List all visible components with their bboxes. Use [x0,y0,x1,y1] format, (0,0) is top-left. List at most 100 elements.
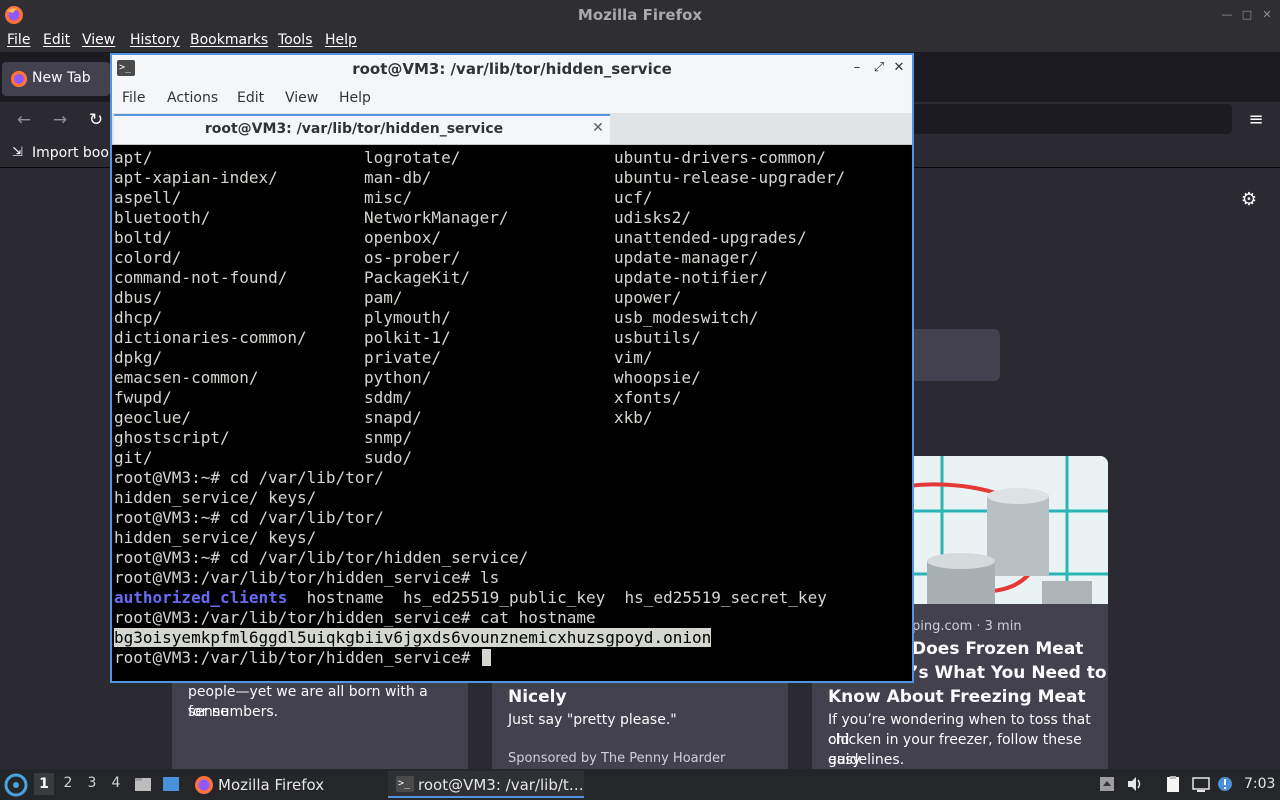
directory-entry: plymouth/ [364,308,451,327]
notification-icon[interactable] [1216,775,1234,793]
directory-entry: dpkg/ [114,348,163,367]
clock: 7:03 [1244,776,1276,792]
directory-entry: PackageKit/ [364,268,470,287]
start-menu-icon[interactable] [4,773,28,797]
directory-entry: upower/ [614,288,682,307]
card-source: ping.com · 3 min [912,619,1022,634]
menu-actions[interactable]: Actions [167,90,218,106]
minimize-icon[interactable]: – [848,59,866,77]
volume-icon[interactable] [1126,775,1144,793]
taskbar-firefox[interactable]: Mozilla Firefox [190,771,385,798]
directory-entry: python/ [364,368,432,387]
terminal-line: root@VM3:/var/lib/tor/hidden_service# ca… [114,608,596,627]
back-arrow-icon[interactable]: ← [12,108,36,132]
close-tab-icon[interactable]: ✕ [590,120,606,138]
taskbar-terminal[interactable]: >_ root@VM3: /var/lib/t… [388,771,584,798]
menu-file[interactable]: File [7,32,30,48]
directory-entry: polkit-1/ [364,328,451,347]
terminal-window: >_ root@VM3: /var/lib/tor/hidden_service… [110,53,914,683]
terminal-icon: >_ [396,776,414,792]
menu-tools[interactable]: Tools [278,32,313,48]
prompt: root@VM3:/var/lib/tor/hidden_service# [114,648,481,667]
terminal-line: root@VM3:~# cd /var/lib/tor/hidden_servi… [114,548,529,567]
menu-bookmarks[interactable]: Bookmarks [190,32,268,48]
file-manager-icon[interactable] [134,775,152,793]
directory-entry: snapd/ [364,408,422,427]
desktop-icon[interactable] [162,775,180,793]
card-title: Nicely [508,687,567,707]
terminal-output[interactable]: apt/apt-xapian-index/aspell/bluetooth/bo… [114,148,910,678]
workspace-2[interactable]: 2 [58,775,78,791]
directory-entry: dbus/ [114,288,163,307]
firefox-window-title: Mozilla Firefox [577,6,703,24]
menu-history[interactable]: History [130,32,180,48]
menu-help[interactable]: Help [325,32,357,48]
directory-entry: logrotate/ [364,148,461,167]
taskbar-app-label: root@VM3: /var/lib/t… [418,776,584,794]
forward-arrow-icon[interactable]: → [48,108,72,132]
maximize-icon[interactable]: ⤢ [870,59,888,77]
workspace-1[interactable]: 1 [34,773,54,795]
url-bar[interactable] [912,104,1232,134]
minimize-icon[interactable]: — [1220,8,1234,22]
directory-entry: aspell/ [114,188,182,207]
menu-file[interactable]: File [122,90,145,106]
menu-help[interactable]: Help [339,90,371,106]
directory-entry: command-not-found/ [114,268,288,287]
current-prompt-line: root@VM3:/var/lib/tor/hidden_service# [114,648,492,668]
directory-entry: usb_modeswitch/ [614,308,759,327]
maximize-icon[interactable]: □ [1240,8,1254,22]
directory-entry: apt-xapian-index/ [114,168,278,187]
firefox-icon [195,776,213,794]
close-icon[interactable]: ✕ [890,59,908,77]
directory-entry: sudo/ [364,448,413,467]
workspace-4[interactable]: 4 [106,775,126,791]
terminal-line: hidden_service/ keys/ [114,528,317,547]
directory-entry: git/ [114,448,153,467]
terminal-tab-label: root@VM3: /var/lib/tor/hidden_service [204,121,504,137]
hamburger-menu-icon[interactable]: ≡ [1244,108,1268,132]
terminal-line: hidden_service/ keys/ [114,488,317,507]
menu-edit[interactable]: Edit [43,32,70,48]
import-bookmarks-link[interactable]: Import book [32,145,117,161]
directory-entry: update-notifier/ [614,268,769,287]
card-description: for numbers. [188,704,279,720]
directory-entry: man-db/ [364,168,432,187]
gear-icon[interactable]: ⚙ [1238,189,1260,211]
directory-entry: udisks2/ [614,208,692,227]
onion-address-selected[interactable]: bg3oisyemkpfml6ggdl5uiqkgbiiv6jgxds6voun… [114,628,712,647]
tab-new-tab[interactable]: New Tab [2,62,110,96]
clipboard-icon[interactable] [1164,775,1182,793]
disk-icon[interactable] [1098,775,1116,793]
workspace-3[interactable]: 3 [82,775,102,791]
directory-entry: ubuntu-drivers-common/ [614,148,826,167]
terminal-tab[interactable]: root@VM3: /var/lib/tor/hidden_service ✕ [114,114,610,144]
reload-icon[interactable]: ↻ [84,108,108,132]
directory-entry: dictionaries-common/ [114,328,307,347]
network-icon[interactable] [1192,775,1210,793]
menu-view[interactable]: View [82,32,115,48]
firefox-titlebar: Mozilla Firefox — □ ✕ [0,0,1280,30]
directory-entry: apt/ [114,148,153,167]
directory-entry: usbutils/ [614,328,701,347]
directory-entry: colord/ [114,248,182,267]
ls-file-entries: hostname hs_ed25519_public_key hs_ed2551… [287,588,827,607]
directory-entry: bluetooth/ [114,208,211,227]
card-title-line-3: Know About Freezing Meat [828,687,1086,707]
directory-entry: snmp/ [364,428,413,447]
terminal-menubar: File Actions Edit View Help [112,83,912,113]
directory-entry: emacsen-common/ [114,368,259,387]
terminal-titlebar[interactable]: >_ root@VM3: /var/lib/tor/hidden_service… [112,55,912,83]
directory-entry: os-prober/ [364,248,461,267]
terminal-window-title: root@VM3: /var/lib/tor/hidden_service [352,60,672,78]
directory-entry: ubuntu-release-upgrader/ [614,168,846,187]
menu-view[interactable]: View [285,90,318,106]
text-cursor [482,649,492,666]
close-icon[interactable]: ✕ [1260,8,1274,22]
menu-edit[interactable]: Edit [237,90,264,106]
taskbar: 1 2 3 4 Mozilla Firefox >_ root@VM3: /va… [0,769,1280,800]
directory-entry: ghostscript/ [114,428,230,447]
card-description: Just say "pretty please." [508,712,677,728]
directory-entry: vim/ [614,348,653,367]
directory-entry: dhcp/ [114,308,163,327]
